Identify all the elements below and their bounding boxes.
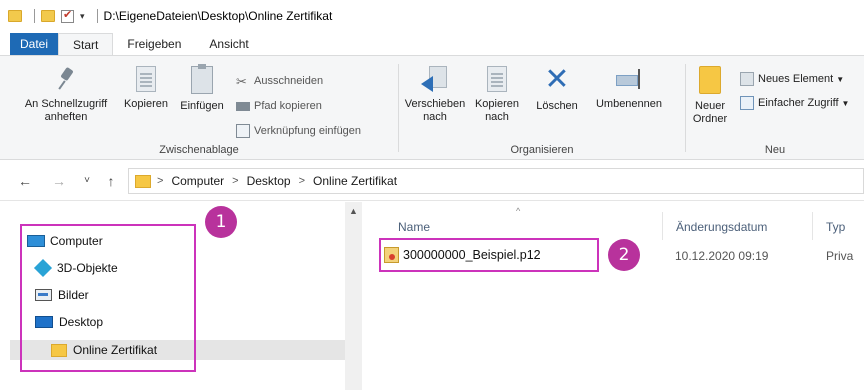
easy-access-button[interactable]: Einfacher Zugriff ▼ bbox=[740, 96, 849, 110]
divider bbox=[34, 9, 35, 23]
column-header-name[interactable]: Name bbox=[398, 220, 430, 234]
navigation-pane: Computer 3D-Objekte Bilder Desktop Onlin… bbox=[0, 202, 362, 390]
back-arrow-icon[interactable]: ← bbox=[14, 173, 36, 189]
chevron-right-icon[interactable]: > bbox=[232, 175, 238, 187]
chevron-right-icon[interactable]: > bbox=[299, 175, 305, 187]
new-folder-label-line2: Ordner bbox=[692, 113, 728, 125]
scroll-up-icon[interactable]: ▲ bbox=[345, 206, 362, 216]
up-arrow-icon[interactable]: ↑ bbox=[100, 173, 122, 189]
chevron-right-icon[interactable]: > bbox=[157, 175, 163, 187]
folder-icon bbox=[135, 174, 151, 188]
file-date: 10.12.2020 09:19 bbox=[675, 249, 769, 263]
quick-access-dropdown-icon[interactable]: ▾ bbox=[80, 11, 85, 22]
breadcrumb-online-zertifikat[interactable]: Online Zertifikat bbox=[313, 174, 397, 188]
navigation-bar: ← → ˅ ↑ > Computer > Desktop > Online Ze… bbox=[0, 161, 864, 201]
callout-highlight-2 bbox=[379, 238, 599, 272]
tab-datei[interactable]: Datei bbox=[10, 33, 59, 55]
clipboard-icon bbox=[191, 64, 213, 94]
divider bbox=[662, 212, 663, 240]
pin-label-line1: An Schnellzugriff bbox=[24, 98, 108, 110]
folder-icon[interactable] bbox=[41, 10, 55, 22]
divider bbox=[812, 212, 813, 240]
new-group-label: Neu bbox=[764, 144, 786, 156]
column-header-date[interactable]: Änderungsdatum bbox=[676, 220, 767, 234]
paste-shortcut-button[interactable]: Verknüpfung einfügen bbox=[236, 124, 361, 138]
pin-icon bbox=[55, 66, 77, 92]
recent-locations-icon[interactable]: ˅ bbox=[76, 175, 98, 186]
dropdown-arrow-icon: ▼ bbox=[836, 74, 845, 84]
callout-badge-2: 2 bbox=[608, 239, 640, 271]
paste-button[interactable]: Einfügen bbox=[176, 64, 228, 113]
rename-button[interactable]: Umbenennen bbox=[589, 66, 669, 111]
clipboard-group-label: Zwischenablage bbox=[159, 144, 239, 156]
copy-to-label-line1: Kopieren bbox=[474, 98, 520, 110]
easy-access-label: Einfacher Zugriff bbox=[758, 97, 839, 109]
path-icon bbox=[236, 101, 250, 111]
breadcrumb-computer[interactable]: Computer bbox=[171, 174, 224, 188]
cut-button[interactable]: ✂ Ausschneiden bbox=[236, 74, 324, 89]
pin-label-line2: anheften bbox=[44, 111, 88, 123]
copy-path-button[interactable]: Pfad kopieren bbox=[236, 100, 322, 112]
tab-freigeben[interactable]: Freigeben bbox=[113, 33, 195, 55]
new-item-label: Neues Element bbox=[758, 73, 834, 85]
shortcut-icon bbox=[236, 124, 250, 138]
new-folder-icon bbox=[699, 66, 721, 94]
properties-check-icon[interactable] bbox=[61, 8, 74, 23]
move-to-button[interactable]: Verschieben nach bbox=[403, 66, 467, 124]
delete-label: Löschen bbox=[536, 100, 578, 112]
callout-highlight-1 bbox=[20, 224, 196, 372]
new-item-button[interactable]: Neues Element ▼ bbox=[740, 72, 844, 86]
copy-icon bbox=[136, 66, 156, 92]
ribbon: An Schnellzugriff anheften Kopieren Einf… bbox=[0, 55, 864, 160]
cut-label: Ausschneiden bbox=[254, 75, 324, 87]
delete-x-icon: ✕ bbox=[544, 63, 570, 96]
new-item-icon bbox=[740, 72, 754, 86]
move-to-icon bbox=[421, 66, 449, 92]
folder-icon bbox=[8, 10, 22, 22]
copy-to-label-line2: nach bbox=[485, 111, 509, 123]
new-group: Neuer Ordner Neues Element ▼ Einfacher Z… bbox=[686, 62, 864, 158]
tab-start[interactable]: Start bbox=[58, 33, 114, 55]
ribbon-tabs: Datei Start Freigeben Ansicht bbox=[0, 33, 864, 55]
navigation-pane-scrollbar[interactable]: ▲ bbox=[345, 202, 362, 390]
address-bar[interactable]: > Computer > Desktop > Online Zertifikat bbox=[128, 168, 864, 194]
sort-ascending-icon: ^ bbox=[516, 206, 521, 216]
copy-button[interactable]: Kopieren bbox=[120, 66, 172, 111]
move-to-label-line1: Verschieben bbox=[404, 98, 466, 110]
dropdown-arrow-icon: ▼ bbox=[841, 98, 850, 108]
rename-icon bbox=[614, 66, 644, 92]
organize-group-label: Organisieren bbox=[510, 144, 574, 156]
paste-shortcut-label: Verknüpfung einfügen bbox=[254, 125, 362, 137]
tab-ansicht[interactable]: Ansicht bbox=[195, 33, 262, 55]
move-to-label-line2: nach bbox=[423, 111, 447, 123]
scissors-icon: ✂ bbox=[236, 74, 247, 89]
pin-quick-access-button[interactable]: An Schnellzugriff anheften bbox=[14, 66, 118, 124]
column-header-type[interactable]: Typ bbox=[826, 220, 845, 234]
forward-arrow-icon[interactable]: → bbox=[48, 173, 70, 189]
new-folder-button[interactable]: Neuer Ordner bbox=[690, 66, 730, 126]
title-bar: ▾ D:\EigeneDateien\Desktop\Online Zertif… bbox=[0, 0, 864, 32]
easy-access-icon bbox=[740, 96, 754, 110]
copy-label: Kopieren bbox=[123, 98, 169, 110]
copy-path-label: Pfad kopieren bbox=[254, 100, 322, 112]
file-type: Priva bbox=[826, 249, 854, 263]
breadcrumb-desktop[interactable]: Desktop bbox=[247, 174, 291, 188]
copy-to-button[interactable]: Kopieren nach bbox=[469, 66, 525, 124]
new-folder-label-line1: Neuer bbox=[695, 100, 725, 112]
paste-label: Einfügen bbox=[180, 100, 224, 112]
clipboard-group: An Schnellzugriff anheften Kopieren Einf… bbox=[0, 62, 398, 158]
copy-to-icon bbox=[487, 66, 507, 92]
callout-badge-1: 1 bbox=[205, 206, 237, 238]
divider bbox=[96, 9, 98, 23]
delete-button[interactable]: ✕ Löschen bbox=[529, 63, 585, 113]
window-title: D:\EigeneDateien\Desktop\Online Zertifik… bbox=[103, 9, 333, 23]
organize-group: Verschieben nach Kopieren nach ✕ Löschen… bbox=[399, 62, 685, 158]
rename-label: Umbenennen bbox=[595, 98, 663, 110]
file-list-pane: ^ Name Änderungsdatum Typ 300000000_Beis… bbox=[362, 202, 864, 390]
